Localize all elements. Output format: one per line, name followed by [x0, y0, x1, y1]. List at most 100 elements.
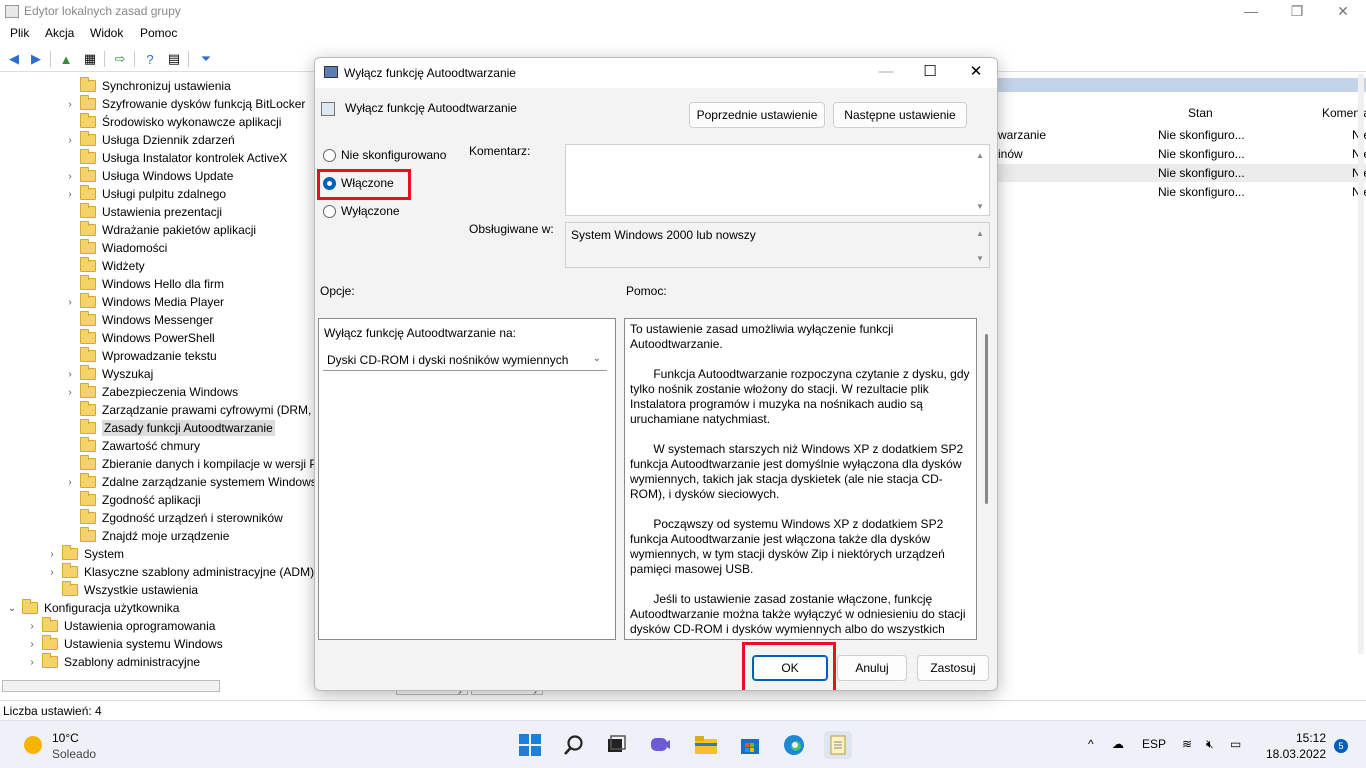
- tree-item[interactable]: › Szyfrowanie dysków funkcją BitLocker: [64, 95, 305, 113]
- help-scrollbar[interactable]: [985, 334, 988, 504]
- supported-scrollbar[interactable]: ▲ ▼: [973, 223, 989, 267]
- tree-item[interactable]: Zbieranie danych i kompilacje w wersji P: [64, 455, 317, 473]
- next-setting-button[interactable]: Następne ustawienie: [833, 102, 967, 128]
- previous-setting-button[interactable]: Poprzednie ustawienie: [689, 102, 825, 128]
- tree-item[interactable]: Zgodność urządzeń i sterowników: [64, 509, 283, 527]
- expand-chevron-icon[interactable]: ›: [64, 477, 76, 488]
- start-icon[interactable]: [516, 731, 544, 759]
- export-list-icon[interactable]: ⇨: [110, 50, 130, 68]
- search-icon[interactable]: [560, 731, 588, 759]
- tree-item[interactable]: Ustawienia prezentacji: [64, 203, 222, 221]
- notification-badge[interactable]: 5: [1334, 739, 1348, 753]
- tree-item[interactable]: Wiadomości: [64, 239, 167, 257]
- menu-help[interactable]: Pomoc: [140, 26, 177, 40]
- expand-chevron-icon[interactable]: ›: [26, 657, 38, 668]
- tree-item[interactable]: › Zabezpieczenia Windows: [64, 383, 238, 401]
- expand-chevron-icon[interactable]: ›: [64, 189, 76, 200]
- tree-item[interactable]: Windows PowerShell: [64, 329, 215, 347]
- tree-item[interactable]: Zgodność aplikacji: [64, 491, 201, 509]
- tree-item[interactable]: Wdrażanie pakietów aplikacji: [64, 221, 256, 239]
- tree-item[interactable]: › Wyszukaj: [64, 365, 153, 383]
- expand-chevron-icon[interactable]: ›: [46, 549, 58, 560]
- tree-item[interactable]: Synchronizuj ustawienia: [64, 77, 231, 95]
- properties-icon[interactable]: ▤: [164, 50, 184, 68]
- tree-item[interactable]: › Ustawienia systemu Windows: [26, 635, 223, 653]
- tree-item[interactable]: › Ustawienia oprogramowania: [26, 617, 215, 635]
- scroll-up-icon[interactable]: ▲: [976, 151, 984, 160]
- tree-item[interactable]: Zarządzanie prawami cyfrowymi (DRM, I: [64, 401, 318, 419]
- expand-chevron-icon[interactable]: ›: [64, 99, 76, 110]
- tree-item[interactable]: › Zdalne zarządzanie systemem Windows: [64, 473, 317, 491]
- tree-item[interactable]: Usługa Instalator kontrolek ActiveX: [64, 149, 287, 167]
- battery-icon[interactable]: ▭: [1230, 737, 1241, 751]
- expand-chevron-icon[interactable]: ›: [46, 567, 58, 578]
- clock[interactable]: 15:12 18.03.2022: [1266, 730, 1326, 762]
- expand-chevron-icon[interactable]: ›: [64, 369, 76, 380]
- dialog-minimize-button[interactable]: —: [871, 62, 901, 84]
- cancel-button[interactable]: Anuluj: [837, 655, 907, 681]
- tree-item[interactable]: › System: [46, 545, 124, 563]
- show-hide-tree-icon[interactable]: ▦: [80, 50, 100, 68]
- minimize-button[interactable]: —: [1228, 0, 1274, 24]
- menu-file[interactable]: Plik: [10, 26, 29, 40]
- tree-item[interactable]: › Windows Media Player: [64, 293, 224, 311]
- radio-not-configured[interactable]: Nie skonfigurowano: [323, 148, 446, 162]
- tree-item[interactable]: Windows Messenger: [64, 311, 213, 329]
- tree-item[interactable]: Wprowadzanie tekstu: [64, 347, 217, 365]
- dialog-maximize-button[interactable]: ☐: [915, 62, 945, 84]
- menu-action[interactable]: Akcja: [45, 26, 74, 40]
- chevron-up-icon[interactable]: ^: [1088, 737, 1094, 751]
- tree-item[interactable]: Widżety: [64, 257, 145, 275]
- language-indicator[interactable]: ESP: [1142, 737, 1166, 751]
- tree-item[interactable]: Zasady funkcji Autoodtwarzanie: [64, 419, 275, 437]
- onedrive-icon[interactable]: ☁: [1112, 737, 1124, 751]
- file-explorer-icon[interactable]: [692, 731, 720, 759]
- tree-item[interactable]: › Usługa Windows Update: [64, 167, 233, 185]
- close-button[interactable]: ✕: [1320, 0, 1366, 24]
- back-arrow-icon[interactable]: ◀: [4, 50, 24, 68]
- scroll-down-icon[interactable]: ▼: [976, 202, 984, 211]
- tree-item[interactable]: › Szablony administracyjne: [26, 653, 200, 671]
- filter-icon[interactable]: ⏷: [196, 50, 216, 68]
- maximize-button[interactable]: ❐: [1274, 0, 1320, 24]
- edge-icon[interactable]: [780, 731, 808, 759]
- expand-chevron-icon[interactable]: ›: [64, 387, 76, 398]
- radio-disabled[interactable]: Wyłączone: [323, 204, 400, 218]
- expand-chevron-icon[interactable]: ⌄: [6, 603, 18, 614]
- column-state[interactable]: Stan: [1188, 106, 1213, 120]
- expand-chevron-icon[interactable]: ›: [64, 135, 76, 146]
- expand-chevron-icon[interactable]: ›: [26, 621, 38, 632]
- task-view-icon[interactable]: [602, 731, 630, 759]
- menu-view[interactable]: Widok: [90, 26, 123, 40]
- tree-item-user-config[interactable]: ⌄ Konfiguracja użytkownika: [6, 599, 179, 617]
- weather-desc[interactable]: Soleado: [52, 747, 96, 761]
- sun-icon[interactable]: [24, 736, 42, 754]
- scroll-down-icon[interactable]: ▼: [976, 254, 984, 263]
- apply-button[interactable]: Zastosuj: [917, 655, 989, 681]
- scroll-up-icon[interactable]: ▲: [976, 229, 984, 238]
- list-scrollbar[interactable]: [1358, 74, 1364, 654]
- notepad-icon[interactable]: [824, 731, 852, 759]
- weather-temp[interactable]: 10°C: [52, 731, 79, 745]
- volume-muted-icon[interactable]: 🔇︎: [1206, 737, 1214, 752]
- tree-item[interactable]: Zawartość chmury: [64, 437, 200, 455]
- tree-horizontal-scrollbar[interactable]: [2, 680, 220, 692]
- wifi-icon[interactable]: ≋: [1182, 737, 1192, 751]
- expand-chevron-icon[interactable]: ›: [26, 639, 38, 650]
- tree-item[interactable]: Środowisko wykonawcze aplikacji: [64, 113, 281, 131]
- dialog-close-button[interactable]: ✕: [961, 62, 991, 84]
- autoplay-drive-select[interactable]: Dyski CD-ROM i dyski nośników wymiennych…: [323, 349, 607, 371]
- chat-icon[interactable]: [646, 731, 674, 759]
- tree-item[interactable]: › Klasyczne szablony administracyjne (ADM…: [46, 563, 314, 581]
- store-icon[interactable]: [736, 731, 764, 759]
- up-folder-icon[interactable]: ▲: [56, 50, 76, 68]
- forward-arrow-icon[interactable]: ▶: [26, 50, 46, 68]
- tree-item[interactable]: Znajdź moje urządzenie: [64, 527, 229, 545]
- comment-textarea[interactable]: ▲ ▼: [565, 144, 990, 216]
- tree-item[interactable]: › Usługi pulpitu zdalnego: [64, 185, 226, 203]
- expand-chevron-icon[interactable]: ›: [64, 171, 76, 182]
- comment-scrollbar[interactable]: ▲ ▼: [973, 145, 989, 215]
- tree-item[interactable]: › Usługa Dziennik zdarzeń: [64, 131, 235, 149]
- tree-item[interactable]: Wszystkie ustawienia: [46, 581, 198, 599]
- tree-item[interactable]: Windows Hello dla firm: [64, 275, 224, 293]
